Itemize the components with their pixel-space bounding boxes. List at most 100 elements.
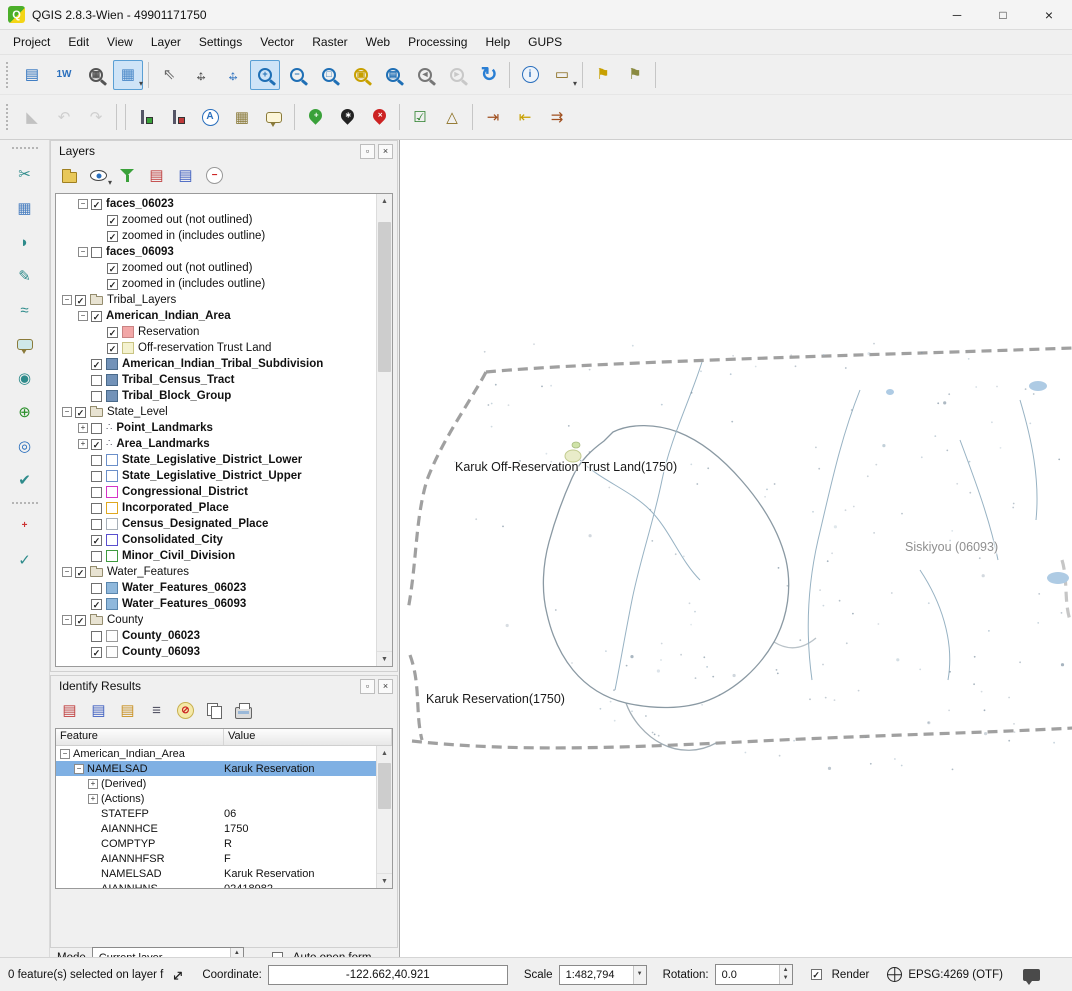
map-canvas[interactable]: Karuk Off-Reservation Trust Land(1750)Si… bbox=[399, 140, 1072, 957]
layer-checkbox[interactable] bbox=[91, 423, 102, 434]
print-icon[interactable] bbox=[230, 697, 257, 724]
pan-map-icon[interactable]: ↔↕ bbox=[186, 60, 216, 90]
menu-web[interactable]: Web bbox=[357, 30, 399, 54]
identify-row[interactable]: +(Derived) bbox=[56, 776, 392, 791]
crs-globe-icon[interactable] bbox=[887, 967, 902, 982]
new-bookmark-icon[interactable]: ⚑ bbox=[588, 60, 618, 90]
layer-checkbox[interactable] bbox=[91, 391, 102, 402]
grass-tools-icon[interactable]: ◗ bbox=[10, 227, 40, 257]
coordinate-input[interactable]: -122.662,40.921 bbox=[268, 965, 508, 985]
tree-expander-icon[interactable]: − bbox=[62, 407, 72, 417]
layer-row[interactable]: Census_Designated_Place bbox=[58, 516, 374, 532]
save-project-icon[interactable]: ▤ bbox=[17, 60, 47, 90]
layer-checkbox[interactable] bbox=[91, 551, 102, 562]
layer-checkbox[interactable] bbox=[91, 247, 102, 258]
layer-checkbox[interactable] bbox=[91, 503, 102, 514]
delete-ring-icon[interactable] bbox=[163, 102, 193, 132]
menu-view[interactable]: View bbox=[98, 30, 142, 54]
tree-expander-icon[interactable]: + bbox=[78, 423, 88, 433]
layer-checkbox[interactable]: ✓ bbox=[107, 279, 118, 290]
curve-tool-icon[interactable]: ≈ bbox=[10, 295, 40, 325]
pan-to-selection-icon[interactable]: ↔↕ bbox=[218, 60, 248, 90]
expand-tree-icon[interactable]: ▤ bbox=[56, 697, 83, 724]
export-edits-icon[interactable]: ⇤ bbox=[510, 102, 540, 132]
layer-row[interactable]: State_Legislative_District_Lower bbox=[58, 452, 374, 468]
layer-row[interactable]: ✓zoomed out (not outlined) bbox=[58, 260, 374, 276]
toolbar-grip[interactable] bbox=[6, 104, 11, 130]
render-checkbox[interactable]: ✓ bbox=[811, 969, 822, 980]
zoom-out-icon[interactable]: − bbox=[282, 60, 312, 90]
tree-expander-icon[interactable]: − bbox=[62, 295, 72, 305]
tree-expander-icon[interactable]: + bbox=[88, 779, 98, 789]
add-marker-green-icon[interactable]: + bbox=[300, 102, 330, 132]
clear-results-icon[interactable]: ⊘ bbox=[172, 697, 199, 724]
add-marker-black-icon[interactable]: ∗ bbox=[332, 102, 362, 132]
layer-row[interactable]: ✓zoomed in (includes outline) bbox=[58, 228, 374, 244]
vector-check-icon[interactable]: ✔ bbox=[10, 465, 40, 495]
layer-checkbox[interactable]: ✓ bbox=[107, 327, 118, 338]
scroll-thumb[interactable] bbox=[378, 222, 391, 372]
toolbar-grip[interactable] bbox=[6, 62, 11, 88]
toolbar-grip[interactable] bbox=[12, 147, 38, 152]
tree-expander-icon[interactable]: + bbox=[78, 439, 88, 449]
identify-row[interactable]: AIANNHNS02418982 bbox=[56, 881, 392, 889]
rotation-spinner[interactable]: 0.0 ▲▼ bbox=[715, 964, 793, 985]
layer-checkbox[interactable]: ✓ bbox=[91, 199, 102, 210]
identify-row[interactable]: NAMELSADKaruk Reservation bbox=[56, 866, 392, 881]
layer-row[interactable]: State_Legislative_District_Upper bbox=[58, 468, 374, 484]
menu-vector[interactable]: Vector bbox=[251, 30, 303, 54]
layer-checkbox[interactable]: ✓ bbox=[75, 295, 86, 306]
identify-scrollbar[interactable]: ▲ ▼ bbox=[376, 746, 392, 888]
attributes-view-icon[interactable]: ≡ bbox=[143, 697, 170, 724]
identify-row[interactable]: COMPTYPR bbox=[56, 836, 392, 851]
add-ring-icon[interactable] bbox=[131, 102, 161, 132]
redo-icon[interactable]: ↷ bbox=[81, 102, 111, 132]
layer-checkbox[interactable] bbox=[91, 471, 102, 482]
expand-new-results-icon[interactable]: ▤ bbox=[114, 697, 141, 724]
feather-tool-icon[interactable]: ✎ bbox=[10, 261, 40, 291]
layer-row[interactable]: Congressional_District bbox=[58, 484, 374, 500]
layer-checkbox[interactable]: ✓ bbox=[91, 599, 102, 610]
layer-checkbox[interactable]: ✓ bbox=[75, 567, 86, 578]
collapse-tree-icon[interactable]: ▤ bbox=[85, 697, 112, 724]
layer-row[interactable]: ✓Consolidated_City bbox=[58, 532, 374, 548]
geometry-tools-icon[interactable]: ◣ bbox=[17, 102, 47, 132]
identify-row[interactable]: AIANNHCE1750 bbox=[56, 821, 392, 836]
layer-row[interactable]: Minor_Civil_Division bbox=[58, 548, 374, 564]
collapse-all-icon[interactable]: ▤ bbox=[172, 162, 199, 189]
zoom-next-icon[interactable]: ► bbox=[442, 60, 472, 90]
text-annotation-icon[interactable]: A bbox=[195, 102, 225, 132]
identify-row[interactable]: −American_Indian_Area bbox=[56, 746, 392, 761]
scroll-up-icon[interactable]: ▲ bbox=[377, 746, 392, 761]
close-panel-icon[interactable]: × bbox=[378, 679, 393, 694]
messages-icon[interactable] bbox=[1023, 969, 1040, 981]
layer-row[interactable]: Water_Features_06023 bbox=[58, 580, 374, 596]
layer-checkbox[interactable]: ✓ bbox=[91, 311, 102, 322]
float-panel-icon[interactable]: ▫ bbox=[360, 679, 375, 694]
tree-expander-icon[interactable]: − bbox=[78, 311, 88, 321]
add-group-icon[interactable] bbox=[56, 162, 83, 189]
scroll-thumb[interactable] bbox=[378, 763, 391, 809]
menu-project[interactable]: Project bbox=[4, 30, 59, 54]
layer-row[interactable]: County_06023 bbox=[58, 628, 374, 644]
layer-row[interactable]: ✓Reservation bbox=[58, 324, 374, 340]
identify-row[interactable]: −NAMELSADKaruk Reservation bbox=[56, 761, 392, 776]
tree-expander-icon[interactable]: − bbox=[60, 749, 70, 759]
layer-checkbox[interactable]: ✓ bbox=[107, 263, 118, 274]
layer-checkbox[interactable]: ✓ bbox=[75, 615, 86, 626]
layer-checkbox[interactable]: ✓ bbox=[91, 647, 102, 658]
layer-checkbox[interactable] bbox=[91, 375, 102, 386]
tree-expander-icon[interactable]: − bbox=[62, 567, 72, 577]
feature-column-header[interactable]: Feature bbox=[56, 729, 224, 745]
layer-row[interactable]: Incorporated_Place bbox=[58, 500, 374, 516]
touch-zoom-icon[interactable]: ⇖ bbox=[154, 60, 184, 90]
scale-select[interactable]: 1:482,794 ▼ bbox=[559, 965, 647, 985]
layer-row[interactable]: ✓Off-reservation Trust Land bbox=[58, 340, 374, 356]
menu-gups[interactable]: GUPS bbox=[519, 30, 571, 54]
value-column-header[interactable]: Value bbox=[224, 729, 392, 745]
layer-visibility-icon[interactable]: ▾ bbox=[85, 162, 112, 189]
edit-shape-icon[interactable]: △ bbox=[437, 102, 467, 132]
annotation-icon[interactable] bbox=[259, 102, 289, 132]
import-edits-icon[interactable]: ⇥ bbox=[478, 102, 508, 132]
tree-expander-icon[interactable]: − bbox=[78, 247, 88, 257]
